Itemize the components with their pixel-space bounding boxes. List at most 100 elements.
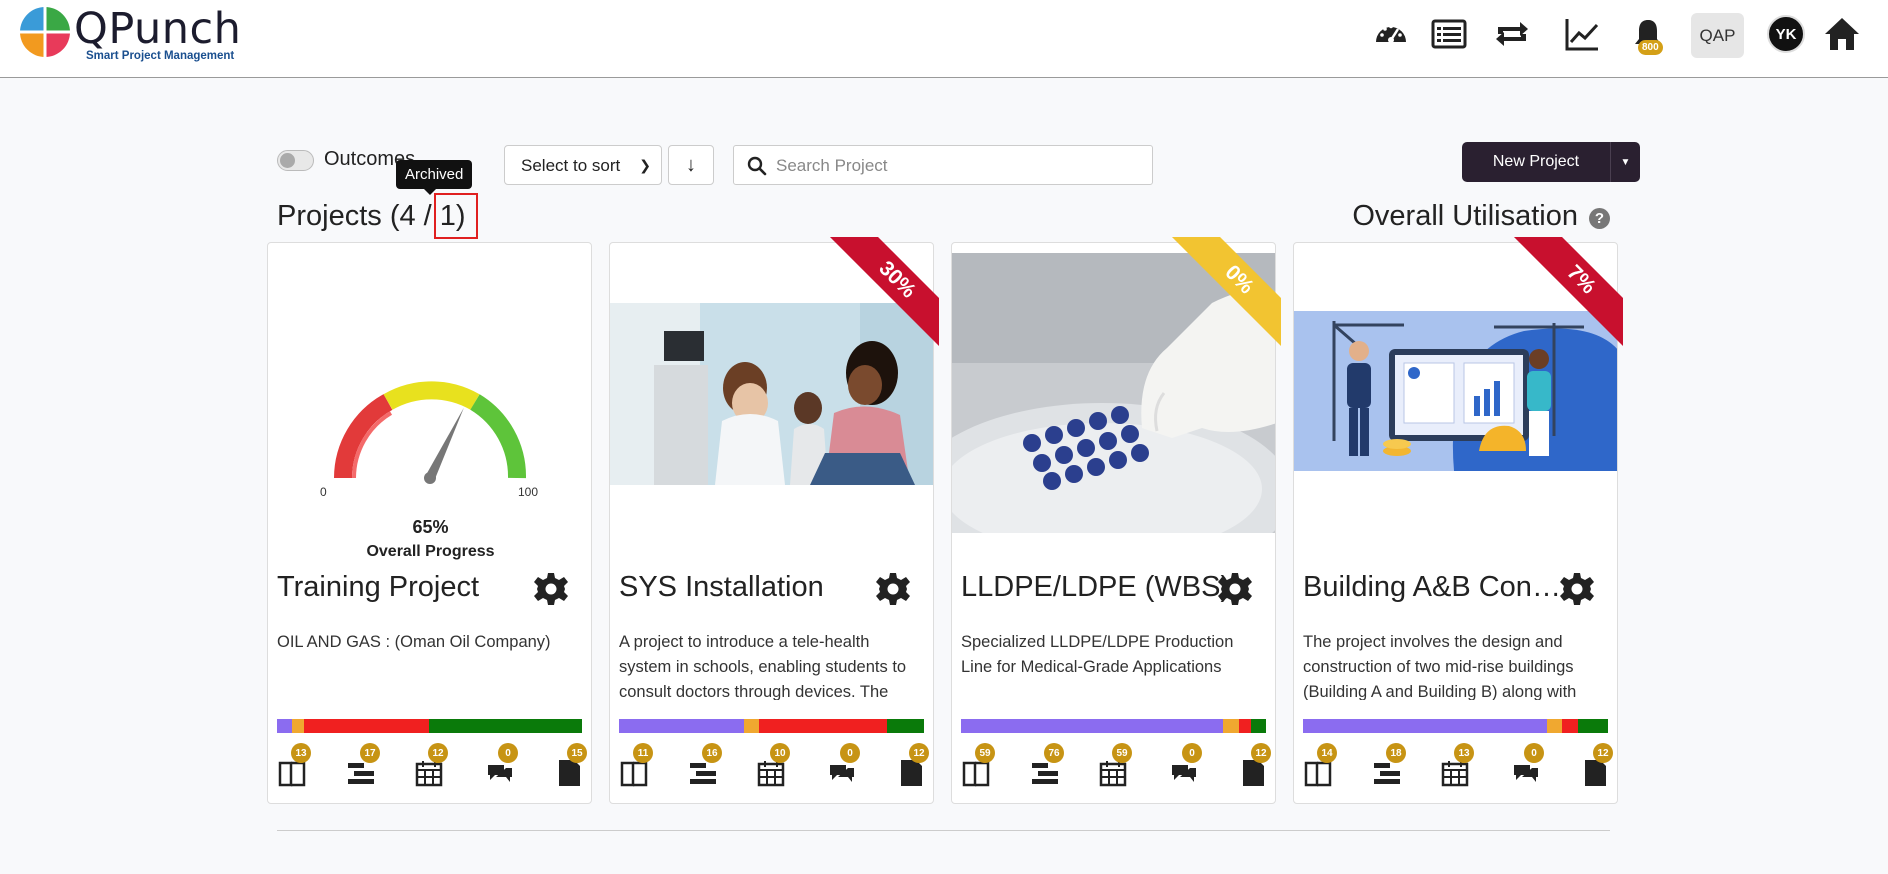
project-stats: 59 76 59 0 12 (961, 743, 1271, 789)
project-stats: 14 18 13 0 12 (1303, 743, 1613, 789)
utilisation-ribbon: 0% (1171, 237, 1281, 347)
outcomes-toggle[interactable] (277, 150, 314, 171)
utilisation-ribbon: 30% (829, 237, 939, 347)
stat-document[interactable]: 12 (1237, 743, 1277, 789)
stat-document[interactable]: 12 (1579, 743, 1619, 789)
status-segment-overdue (1238, 719, 1251, 733)
stat-count-badge: 11 (633, 743, 653, 763)
stat-count-badge: 0 (840, 743, 860, 763)
project-description: A project to introduce a tele-health sys… (619, 630, 919, 700)
status-segment-completed (1250, 719, 1266, 733)
project-description: The project involves the design and cons… (1303, 630, 1603, 700)
stat-count-badge: 13 (1454, 743, 1474, 763)
archived-count-highlight[interactable] (434, 193, 478, 239)
stat-document[interactable]: 15 (553, 743, 593, 789)
stat-tasks-book[interactable]: 14 (1303, 743, 1343, 789)
stat-comments[interactable]: 0 (1510, 743, 1550, 789)
stat-count-badge: 17 (360, 743, 380, 763)
analytics-chart-icon[interactable] (1562, 14, 1602, 54)
stat-gantt-bars[interactable]: 18 (1372, 743, 1412, 789)
sync-arrows-icon[interactable] (1492, 14, 1532, 54)
stat-count-badge: 59 (975, 743, 995, 763)
stat-calendar[interactable]: 10 (756, 743, 796, 789)
task-status-bar (277, 719, 582, 733)
stat-calendar[interactable]: 59 (1098, 743, 1138, 789)
stat-gantt-bars[interactable]: 16 (688, 743, 728, 789)
project-description: OIL AND GAS : (Oman Oil Company) (277, 630, 577, 700)
status-segment-pending (619, 719, 745, 733)
dashboard-gauge-icon[interactable] (1371, 14, 1411, 54)
brand-name[interactable]: QPunch (74, 6, 241, 52)
stat-gantt-bars[interactable]: 17 (346, 743, 386, 789)
sort-direction-button[interactable]: ↓ (668, 145, 714, 185)
home-icon[interactable] (1822, 14, 1862, 54)
stat-comments[interactable]: 0 (1168, 743, 1208, 789)
search-box[interactable] (733, 145, 1153, 185)
project-description: Specialized LLDPE/LDPE Production Line f… (961, 630, 1261, 700)
status-segment-completed (887, 719, 924, 733)
qpunch-logo-icon[interactable] (18, 6, 72, 58)
new-project-dropdown-toggle[interactable]: ▼ (1610, 142, 1640, 182)
search-icon (747, 156, 767, 176)
gauge-segment-yellow (383, 381, 480, 410)
gear-icon[interactable] (533, 571, 569, 607)
qap-button[interactable]: QAP (1691, 13, 1744, 58)
status-segment-overdue (1562, 719, 1578, 733)
gauge-needle (425, 407, 464, 481)
stat-tasks-book[interactable]: 13 (277, 743, 317, 789)
project-title[interactable]: Building A&B Construction (1303, 571, 1573, 604)
stat-gantt-bars[interactable]: 76 (1030, 743, 1070, 789)
stat-count-badge: 59 (1112, 743, 1132, 763)
gear-icon[interactable] (1559, 571, 1595, 607)
stat-tasks-book[interactable]: 11 (619, 743, 659, 789)
project-title[interactable]: LLDPE/LDPE (WBS) (961, 571, 1231, 604)
list-view-icon[interactable] (1429, 14, 1469, 54)
project-description-text: A project to introduce a tele-health sys… (619, 633, 907, 700)
stat-count-badge: 76 (1044, 743, 1064, 763)
project-card[interactable]: 0 100 65% Overall Progress Training Proj… (267, 242, 592, 804)
search-input[interactable] (776, 152, 1136, 180)
top-navbar: QPunch Smart Project Management 800 QAP … (0, 0, 1888, 78)
gear-icon[interactable] (875, 571, 911, 607)
overall-utilisation-label: Overall Utilisation (1352, 200, 1578, 232)
stat-count-badge: 12 (428, 743, 448, 763)
stat-tasks-book[interactable]: 59 (961, 743, 1001, 789)
status-segment-completed (429, 719, 582, 733)
project-description-text: The project involves the design and cons… (1303, 633, 1577, 700)
project-title[interactable]: SYS Installation (619, 571, 889, 604)
project-card[interactable]: 0% LLDPE/LDPE (WBS) Specialized LLDPE/LD… (951, 237, 1281, 804)
overall-utilisation-title[interactable]: Overall Utilisation (1352, 200, 1610, 233)
utilisation-ribbon-label: 30% (829, 237, 939, 347)
gauge-max: 100 (518, 485, 539, 499)
project-card[interactable]: 30% SYS Installation A project to introd… (609, 237, 939, 804)
stat-calendar[interactable]: 12 (414, 743, 454, 789)
stat-count-badge: 0 (1524, 743, 1544, 763)
project-description-text: OIL AND GAS : (Oman Oil Company) (277, 633, 551, 651)
gauge-segment-green (470, 394, 527, 479)
gear-icon[interactable] (1217, 571, 1253, 607)
project-card[interactable]: 7% Building A&B Construction The project… (1293, 237, 1623, 804)
stat-comments[interactable]: 0 (826, 743, 866, 789)
status-segment-pending (961, 719, 1224, 733)
status-segment-overdue (759, 719, 888, 733)
stat-count-badge: 12 (1593, 743, 1613, 763)
sort-select-value: Select to sort (521, 156, 621, 175)
user-avatar[interactable]: YK (1767, 15, 1805, 53)
gauge-label: Overall Progress (366, 543, 495, 560)
project-title[interactable]: Training Project (277, 571, 547, 604)
status-segment-pending (1303, 719, 1547, 733)
notification-count-badge: 800 (1638, 40, 1663, 55)
help-question-icon[interactable]: ? (1589, 208, 1610, 229)
new-project-button[interactable]: New Project (1462, 142, 1610, 182)
stat-calendar[interactable]: 13 (1440, 743, 1480, 789)
stat-document[interactable]: 12 (895, 743, 935, 789)
stat-comments[interactable]: 0 (484, 743, 524, 789)
status-segment-completed (1577, 719, 1608, 733)
sort-select[interactable]: Select to sort ❯ (504, 145, 662, 185)
brand-tagline: Smart Project Management (86, 50, 235, 62)
status-segment-in-progress (292, 719, 305, 733)
status-segment-pending (277, 719, 293, 733)
stat-count-badge: 14 (1317, 743, 1337, 763)
stat-count-badge: 15 (567, 743, 587, 763)
gauge-chart (334, 381, 527, 484)
